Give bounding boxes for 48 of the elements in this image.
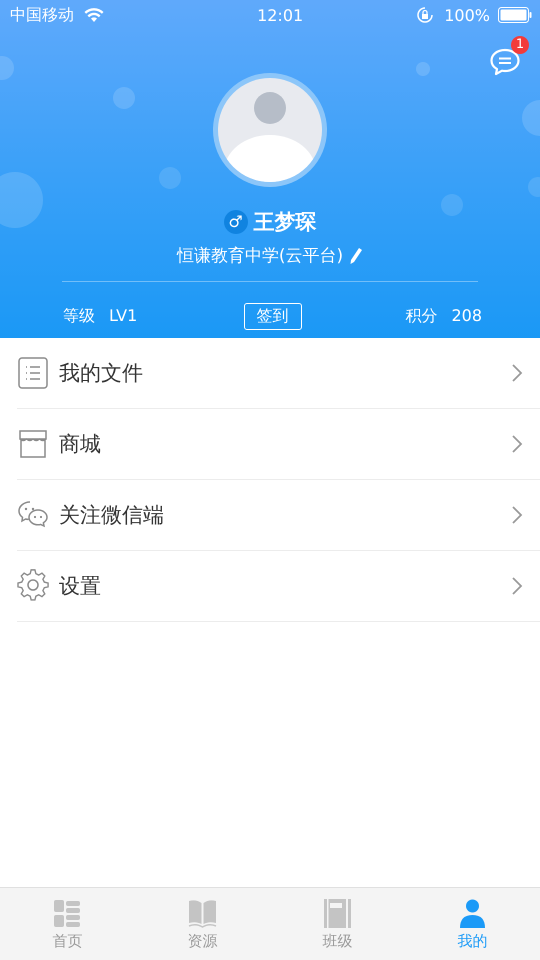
bubble <box>0 172 43 228</box>
pencil-icon[interactable] <box>349 246 364 264</box>
bubble <box>528 177 540 197</box>
school-name: 恒谦教育中学(云平台) <box>176 245 344 267</box>
wifi-icon <box>84 8 104 22</box>
points-label: 积分 <box>405 306 438 327</box>
level-label: 等级 <box>63 306 95 327</box>
grid-list-icon <box>52 898 83 928</box>
bubble <box>113 87 135 109</box>
chevron-right-icon <box>511 505 523 525</box>
menu-item[interactable]: 商城 <box>17 409 540 480</box>
chevron-right-icon <box>511 434 523 454</box>
book-icon <box>187 898 218 928</box>
gear-icon <box>17 569 49 603</box>
battery-percent: 100% <box>444 6 490 24</box>
menu-item[interactable]: 设置 <box>17 551 540 622</box>
avatar[interactable] <box>212 72 328 188</box>
tab[interactable]: 班级 <box>270 888 405 960</box>
chevron-right-icon <box>511 576 523 596</box>
points-value: 208 <box>451 306 482 327</box>
document-list-icon <box>17 356 49 390</box>
menu-label: 关注微信端 <box>59 502 165 529</box>
bubble <box>522 100 540 136</box>
battery-icon <box>498 7 532 23</box>
tab[interactable]: 资源 <box>135 888 270 960</box>
tab[interactable]: 我的 <box>405 888 540 960</box>
rotation-lock-icon <box>416 6 434 24</box>
notification-badge: 1 <box>511 36 529 54</box>
notebook-icon <box>322 898 353 928</box>
clock-time: 12:01 <box>256 6 304 24</box>
carrier-name: 中国移动 <box>10 4 74 26</box>
menu-item[interactable]: 关注微信端 <box>17 480 540 551</box>
user-name: 王梦琛 <box>254 209 316 236</box>
menu-label: 设置 <box>59 573 102 600</box>
check-in-button[interactable]: 签到 <box>244 303 302 330</box>
bubble <box>416 62 430 76</box>
message-icon[interactable] <box>489 47 521 77</box>
tab[interactable]: 首页 <box>0 888 135 960</box>
chevron-right-icon <box>511 363 523 383</box>
menu-item[interactable]: 我的文件 <box>17 338 540 409</box>
menu-label: 商城 <box>59 431 102 458</box>
bubble <box>159 167 181 189</box>
bubble <box>0 56 14 80</box>
male-icon: ♂ <box>224 210 248 234</box>
bubble <box>441 194 463 216</box>
menu-label: 我的文件 <box>59 360 144 387</box>
level-value: LV1 <box>109 306 138 327</box>
person-icon <box>457 898 488 928</box>
